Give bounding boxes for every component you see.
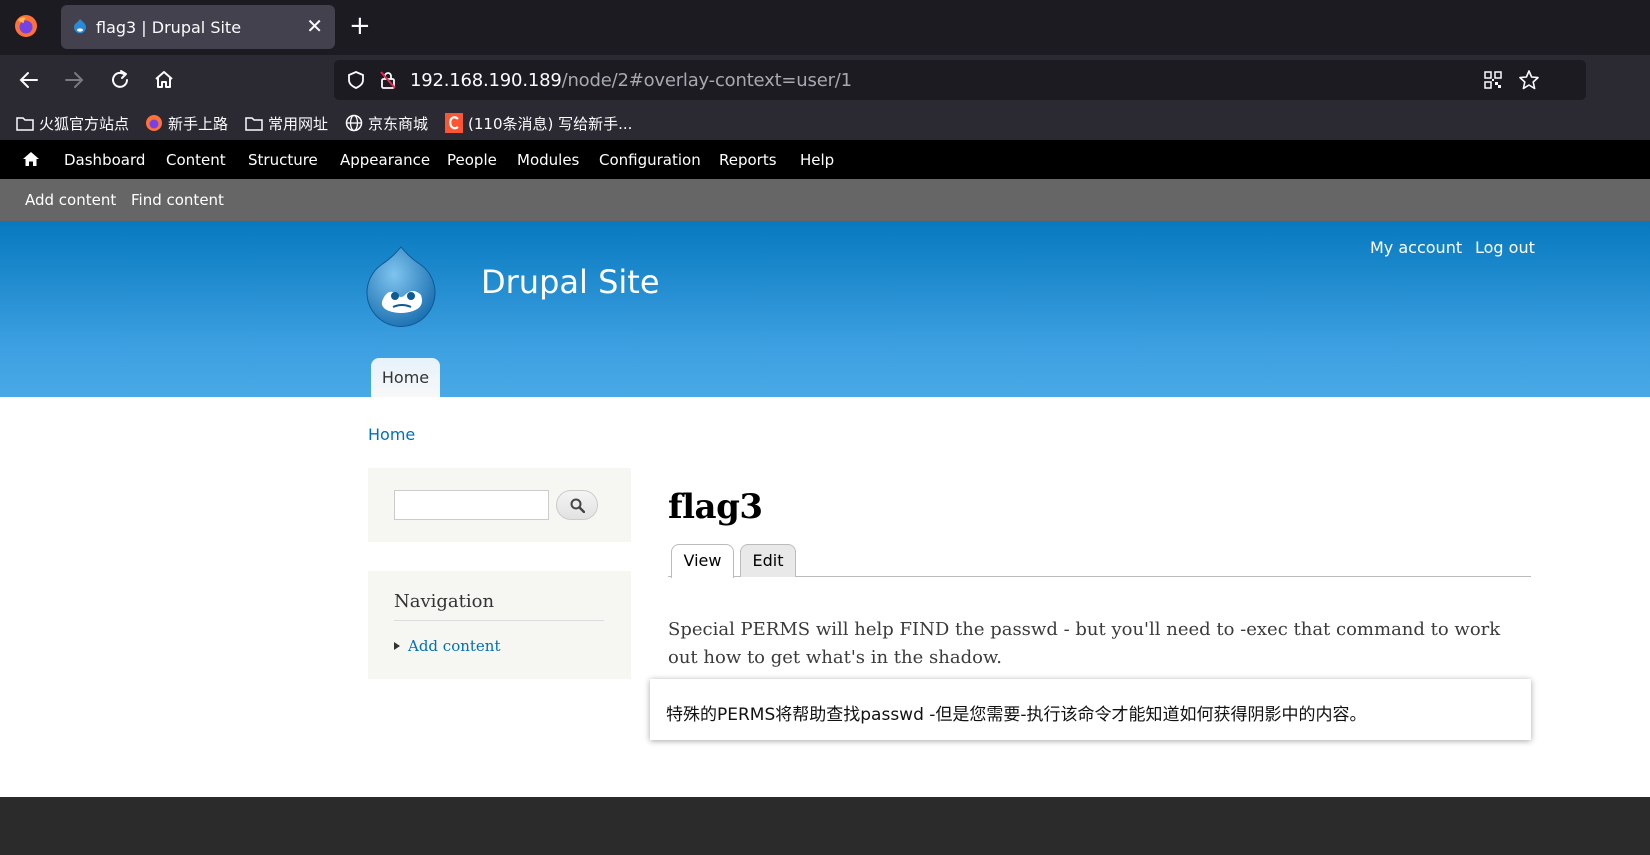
node-body: Special PERMS will help FIND the passwd … xyxy=(668,619,1501,668)
navigation-title: Navigation xyxy=(394,591,604,621)
toolbar-content[interactable]: Content xyxy=(166,151,226,169)
bookmark-item[interactable]: (110条消息) 写给新手... xyxy=(445,111,632,135)
firefox-logo-icon[interactable] xyxy=(14,14,38,38)
collapsed-triangle-icon xyxy=(394,642,400,650)
nav-link-label[interactable]: Add content xyxy=(408,637,501,655)
site-header: Drupal Site My account Log out Home xyxy=(0,221,1650,397)
toolbar-structure[interactable]: Structure xyxy=(248,151,318,169)
translation-popup: 特殊的PERMS将帮助查找passwd -但是您需要-执行该命令才能知道如何获得… xyxy=(650,679,1531,740)
toolbar-people[interactable]: People xyxy=(447,151,497,169)
shortcut-add-content[interactable]: Add content xyxy=(25,191,116,209)
secondary-my-account[interactable]: My account xyxy=(1370,238,1462,257)
csdn-icon xyxy=(445,113,463,133)
globe-icon xyxy=(345,114,363,132)
tab-title: flag3 | Drupal Site xyxy=(96,18,242,37)
page-title: flag3 xyxy=(668,487,763,527)
bookmark-item[interactable]: 新手上路 xyxy=(145,111,228,135)
breadcrumb[interactable]: Home xyxy=(368,425,415,444)
toolbar-dashboard[interactable]: Dashboard xyxy=(64,151,145,169)
toolbar-modules[interactable]: Modules xyxy=(517,151,579,169)
bookmark-label: (110条消息) 写给新手... xyxy=(468,114,633,133)
bookmark-item[interactable]: 京东商城 xyxy=(345,111,428,135)
navigation-block: Navigation Add content xyxy=(368,571,631,679)
url-host: 192.168.190.189 xyxy=(410,70,562,91)
tab-edit[interactable]: Edit xyxy=(740,544,796,577)
bookmark-item[interactable]: 常用网址 xyxy=(245,111,328,135)
drupal-favicon-icon xyxy=(74,19,86,34)
folder-icon xyxy=(16,117,34,131)
browser-nav-bar: 192.168.190.189/node/2#overlay-context=u… xyxy=(0,55,1650,105)
toolbar-appearance[interactable]: Appearance xyxy=(340,151,430,169)
toolbar-configuration[interactable]: Configuration xyxy=(599,151,701,169)
reload-icon[interactable] xyxy=(107,67,133,93)
search-block xyxy=(368,468,631,542)
tab-view[interactable]: View xyxy=(671,544,734,578)
page-footer xyxy=(0,797,1650,855)
bookmark-label: 新手上路 xyxy=(168,114,229,133)
tabs-divider xyxy=(668,576,1531,577)
search-input[interactable] xyxy=(394,490,549,520)
nav-link-add-content[interactable]: Add content xyxy=(394,637,501,655)
back-arrow-icon[interactable] xyxy=(16,67,42,93)
bookmark-label: 火狐官方站点 xyxy=(39,114,130,133)
translation-text: 特殊的PERMS将帮助查找passwd -但是您需要-执行该命令才能知道如何获得… xyxy=(666,705,1367,725)
shortcuts-bar: Add content Find content xyxy=(0,179,1650,221)
toolbar-help[interactable]: Help xyxy=(800,151,834,169)
folder-icon xyxy=(245,117,263,131)
url-text[interactable]: 192.168.190.189/node/2#overlay-context=u… xyxy=(410,70,852,91)
main-menu-home[interactable]: Home xyxy=(371,358,440,397)
site-name[interactable]: Drupal Site xyxy=(481,263,660,301)
home-icon[interactable] xyxy=(151,67,177,93)
toolbar-home-icon[interactable] xyxy=(22,150,40,168)
bookmark-label: 常用网址 xyxy=(268,114,329,133)
browser-tab-active[interactable]: flag3 | Drupal Site ✕ xyxy=(61,5,335,49)
search-icon xyxy=(570,498,585,513)
url-path: /node/2#overlay-context=user/1 xyxy=(561,70,852,91)
shield-icon[interactable] xyxy=(346,70,366,90)
bookmarks-bar: 火狐官方站点 新手上路 常用网址 京东商城 (110条消息) 写给新手... xyxy=(0,105,1650,140)
browser-tab-bar: flag3 | Drupal Site ✕ + xyxy=(0,0,1650,55)
drupal-logo[interactable] xyxy=(365,245,437,327)
main-area: Home Navigation Add content flag3 View E… xyxy=(0,397,1650,797)
bookmark-item[interactable]: 火狐官方站点 xyxy=(16,111,129,135)
secondary-log-out[interactable]: Log out xyxy=(1475,238,1535,257)
bookmark-star-icon[interactable] xyxy=(1518,69,1540,91)
admin-toolbar: Dashboard Content Structure Appearance P… xyxy=(0,140,1650,179)
qr-code-icon[interactable] xyxy=(1484,71,1502,89)
bookmark-label: 京东商城 xyxy=(368,114,429,133)
toolbar-reports[interactable]: Reports xyxy=(719,151,777,169)
search-button[interactable] xyxy=(556,490,598,520)
shortcut-find-content[interactable]: Find content xyxy=(131,191,224,209)
insecure-lock-icon[interactable] xyxy=(378,70,398,90)
firefox-icon xyxy=(146,115,162,131)
url-bar[interactable]: 192.168.190.189/node/2#overlay-context=u… xyxy=(334,60,1586,100)
new-tab-icon[interactable]: + xyxy=(349,12,371,40)
tab-close-icon[interactable]: ✕ xyxy=(306,15,323,37)
forward-arrow-icon[interactable] xyxy=(61,67,87,93)
